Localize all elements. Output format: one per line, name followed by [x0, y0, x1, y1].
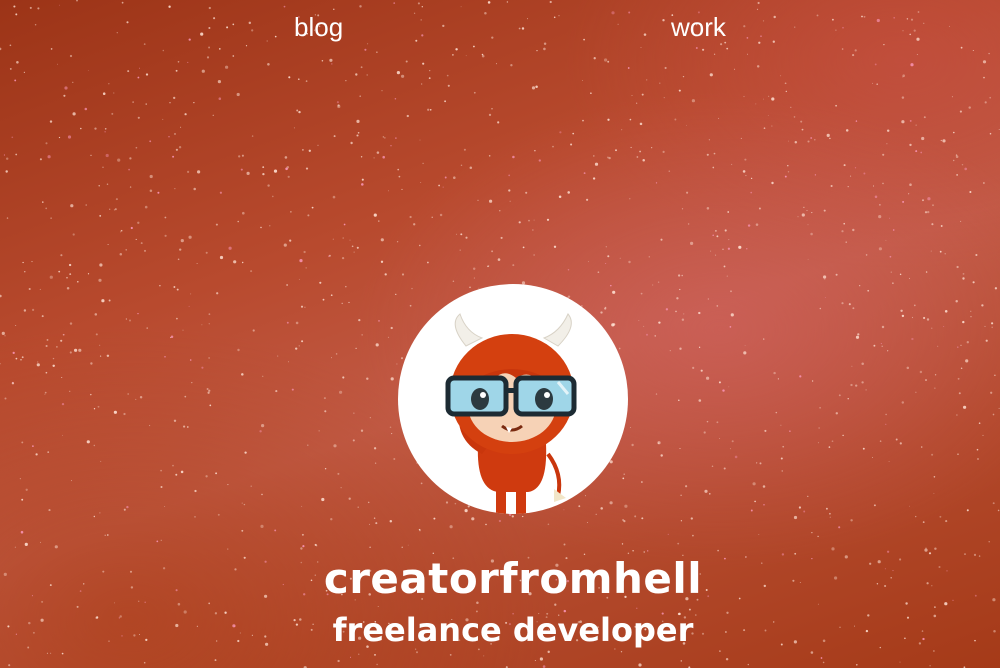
- nav-link-blog[interactable]: blog: [294, 12, 343, 43]
- nav-link-work[interactable]: work: [671, 12, 726, 43]
- profile-name: creatorfromhell: [323, 554, 703, 603]
- profile-role: freelance developer: [332, 611, 694, 649]
- devil-mascot-avatar-icon: [445, 313, 577, 514]
- avatar: [398, 284, 628, 514]
